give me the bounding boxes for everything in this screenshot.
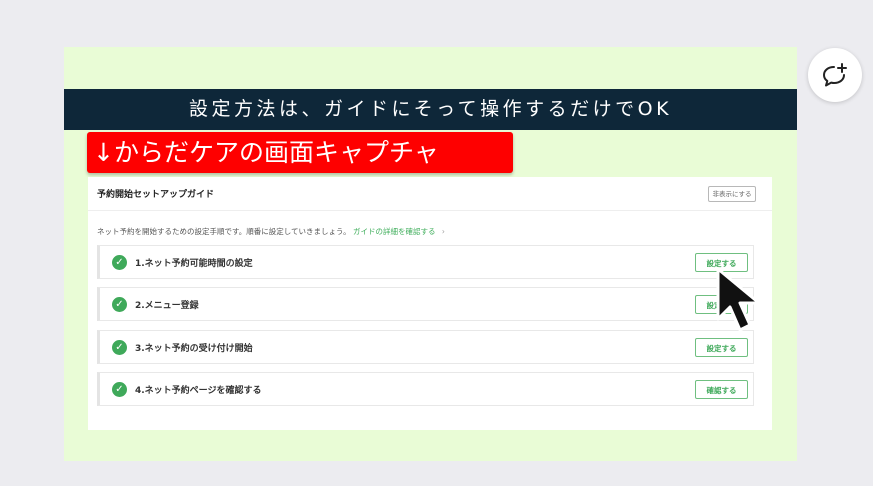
slide[interactable]: 設定方法は、ガイドにそって操作するだけでOK ↓からだケアの画面キャプチャ 予約… — [64, 47, 797, 461]
guide-title: 予約開始セットアップガイド — [97, 190, 215, 200]
arrow-cursor-icon — [716, 267, 761, 332]
step-item-2: ✓ 2.メニュー登録 設定する — [97, 287, 754, 321]
check-circle-icon: ✓ — [112, 382, 127, 397]
guide-intro-text: ネット予約を開始するための設定手順です。順番に設定していきましょう。 — [97, 227, 351, 236]
step-label: 4.ネット予約ページを確認する — [135, 386, 262, 396]
guide-header: 予約開始セットアップガイド 非表示にする — [88, 177, 772, 211]
step-item-3: ✓ 3.ネット予約の受け付け開始 設定する — [97, 330, 754, 364]
add-comment-button[interactable] — [808, 48, 862, 102]
step-3-setup-button[interactable]: 設定する — [695, 338, 748, 357]
canvas-area: 設定方法は、ガイドにそって操作するだけでOK ↓からだケアの画面キャプチャ 予約… — [0, 0, 873, 486]
setup-guide-screenshot: 予約開始セットアップガイド 非表示にする ネット予約を開始するための設定手順です… — [88, 177, 772, 430]
step-item-1: ✓ 1.ネット予約可能時間の設定 設定する — [97, 245, 754, 279]
step-label: 1.ネット予約可能時間の設定 — [135, 259, 253, 269]
check-circle-icon: ✓ — [112, 255, 127, 270]
step-4-confirm-button[interactable]: 確認する — [695, 380, 748, 399]
step-label: 3.ネット予約の受け付け開始 — [135, 344, 253, 354]
guide-detail-link[interactable]: ガイドの詳細を確認する — [353, 227, 436, 236]
red-caption-label: ↓からだケアの画面キャプチャ — [87, 132, 513, 173]
hide-button[interactable]: 非表示にする — [708, 186, 756, 202]
banner-title: 設定方法は、ガイドにそって操作するだけでOK — [64, 89, 797, 130]
add-comment-icon — [823, 63, 847, 87]
check-circle-icon: ✓ — [112, 340, 127, 355]
step-label: 2.メニュー登録 — [135, 301, 199, 311]
chevron-right-icon: › — [441, 227, 445, 236]
guide-intro: ネット予約を開始するための設定手順です。順番に設定していきましょう。 ガイドの詳… — [97, 226, 445, 237]
check-circle-icon: ✓ — [112, 297, 127, 312]
step-item-4: ✓ 4.ネット予約ページを確認する 確認する — [97, 372, 754, 406]
